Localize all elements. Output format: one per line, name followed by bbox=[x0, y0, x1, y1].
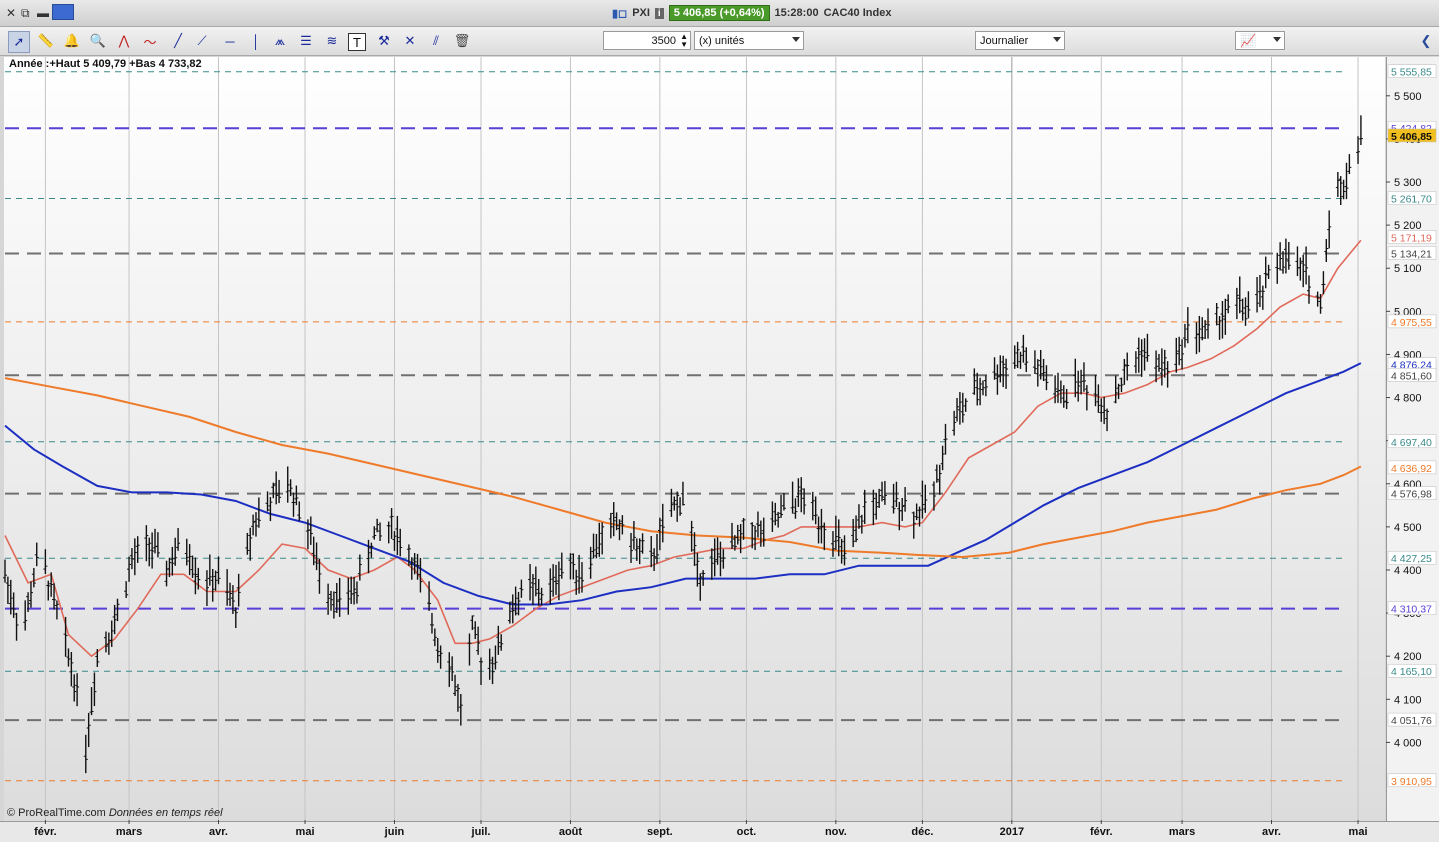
date-tick-label: sept. bbox=[647, 826, 673, 838]
price-tick-label: 4 800 bbox=[1394, 393, 1422, 405]
price-tick-label: 5 300 bbox=[1394, 177, 1422, 189]
level-tag-label: 4 051,76 bbox=[1391, 715, 1432, 727]
date-tick-label: 2017 bbox=[1000, 826, 1024, 838]
date-tick-label: juin bbox=[384, 826, 405, 838]
date-tick-label: mai bbox=[1349, 826, 1368, 838]
date-tick-label: juil. bbox=[471, 826, 491, 838]
date-tick-label: mars bbox=[1169, 826, 1195, 838]
level-tag-label: 4 851,60 bbox=[1391, 370, 1432, 382]
credit-note: Données en temps réel bbox=[108, 807, 223, 819]
level-tag-label: 4 310,37 bbox=[1391, 604, 1432, 616]
date-tick-label: févr. bbox=[34, 826, 57, 838]
level-tag-label: 4 576,98 bbox=[1391, 489, 1432, 501]
price-tick-label: 5 500 bbox=[1394, 91, 1422, 103]
date-tick-label: mars bbox=[116, 826, 142, 838]
date-tick-label: avr. bbox=[209, 826, 228, 838]
date-tick-label: févr. bbox=[1090, 826, 1113, 838]
date-tick-label: nov. bbox=[825, 826, 847, 838]
level-tag-label: 4 697,40 bbox=[1391, 437, 1432, 449]
level-tag-label: 5 261,70 bbox=[1391, 194, 1432, 206]
credit-brand: © ProRealTime.com bbox=[7, 807, 106, 819]
credit-line: © ProRealTime.com Données en temps réel bbox=[7, 807, 223, 819]
level-tag-label: 4 427,25 bbox=[1391, 553, 1432, 565]
level-tag-label: 5 134,21 bbox=[1391, 248, 1432, 260]
price-tick-label: 5 100 bbox=[1394, 263, 1422, 275]
chart-info: Année :+Haut 5 409,79 +Bas 4 733,82 bbox=[9, 58, 202, 70]
level-tag-label: 3 910,95 bbox=[1391, 776, 1432, 788]
price-tick-label: 4 500 bbox=[1394, 522, 1422, 534]
date-tick-label: déc. bbox=[911, 826, 933, 838]
date-tick-label: oct. bbox=[737, 826, 757, 838]
level-tag-label: 5 406,85 bbox=[1391, 131, 1432, 143]
level-tag-label: 4 975,55 bbox=[1391, 317, 1432, 329]
price-tick-label: 4 400 bbox=[1394, 565, 1422, 577]
level-tag-label: 5 171,19 bbox=[1391, 233, 1432, 245]
level-tag-label: 4 636,92 bbox=[1391, 463, 1432, 475]
level-tag-label: 4 165,10 bbox=[1391, 666, 1432, 678]
price-tick-label: 4 200 bbox=[1394, 651, 1422, 663]
date-tick-label: mai bbox=[296, 826, 315, 838]
ma-long-line bbox=[4, 377, 1362, 559]
ma-short-line bbox=[4, 239, 1362, 658]
price-chart: févr. mars avr. mai juin juil. août sept. oct. no… bbox=[3, 57, 1437, 838]
date-tick-label: août bbox=[559, 826, 583, 838]
level-tag-label: 5 555,85 bbox=[1391, 67, 1432, 79]
date-tick-label: avr. bbox=[1262, 826, 1281, 838]
price-tick-label: 4 100 bbox=[1394, 694, 1422, 706]
price-tick-label: 4 000 bbox=[1394, 737, 1422, 749]
